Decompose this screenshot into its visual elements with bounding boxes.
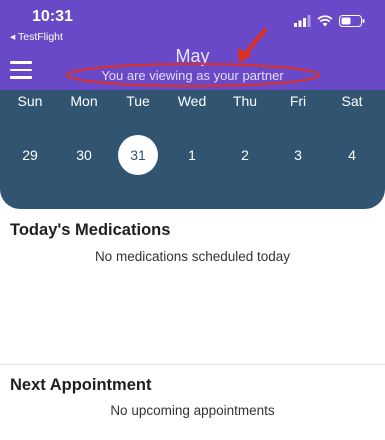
annotation-overlay — [66, 28, 320, 87]
weekday-label: Sat — [341, 93, 363, 109]
weekday-label: Mon — [70, 93, 98, 109]
weekday-label: Wed — [177, 93, 207, 109]
appointment-section-title: Next Appointment — [10, 376, 152, 394]
calendar-day[interactable]: 3 — [273, 147, 323, 163]
weekday-label: Tue — [126, 93, 150, 109]
appointment-empty-message: No upcoming appointments — [110, 403, 275, 418]
annotation-arrow-shaft — [244, 28, 267, 55]
medications-section-title: Today's Medications — [10, 221, 171, 239]
calendar-day[interactable]: 1 — [167, 147, 217, 163]
calendar-day[interactable]: 2 — [220, 147, 270, 163]
weekday-label: Thu — [232, 93, 258, 109]
weekday-label: Fri — [289, 93, 307, 109]
medications-empty-message: No medications scheduled today — [94, 249, 291, 264]
calendar-day[interactable]: 4 — [327, 147, 377, 163]
section-divider — [0, 364, 385, 365]
calendar-day-selected[interactable]: 31 — [118, 135, 158, 175]
calendar-day[interactable]: 30 — [59, 147, 109, 163]
weekday-label: Sun — [17, 93, 43, 109]
week-calendar: Sun Mon Tue Wed Thu Fri Sat 29 30 31 1 2… — [0, 90, 385, 209]
calendar-day[interactable]: 29 — [5, 147, 55, 163]
annotation-ellipse — [66, 63, 320, 87]
